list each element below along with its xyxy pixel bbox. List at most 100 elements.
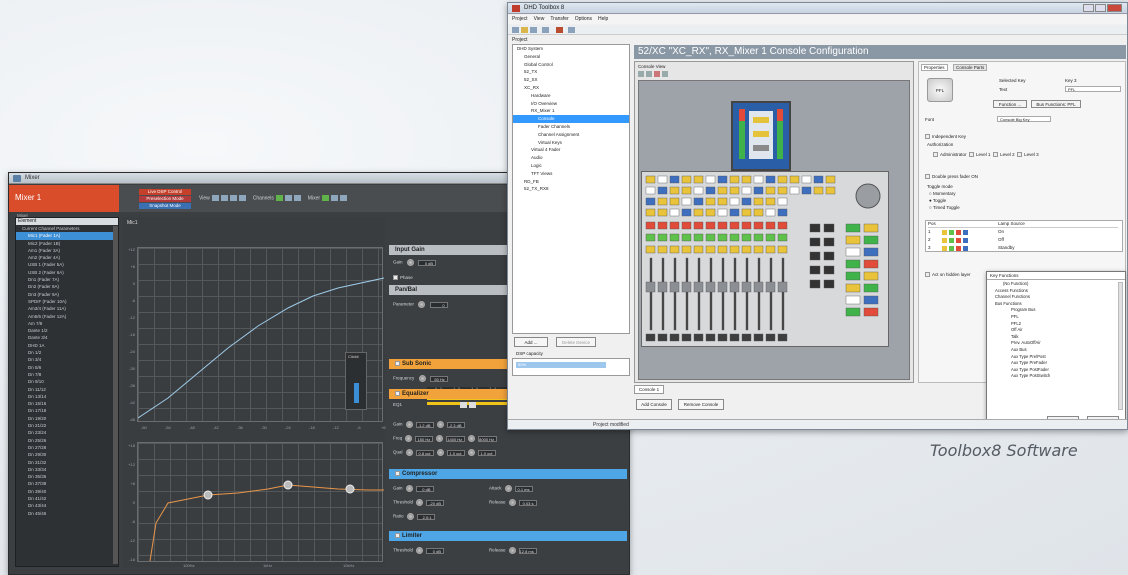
add-console-button[interactable]: Add Console xyxy=(636,399,672,410)
preselection-mode-button[interactable]: Preselection Mode xyxy=(139,196,191,202)
fader-knob[interactable] xyxy=(657,281,668,293)
release-value[interactable]: 0.03 s xyxy=(518,499,537,506)
transfer-icon[interactable] xyxy=(556,27,563,33)
console-key[interactable] xyxy=(669,186,680,195)
console-key[interactable] xyxy=(777,186,788,195)
project-tree-item[interactable]: DHD System xyxy=(513,45,629,53)
console-key[interactable] xyxy=(765,333,776,342)
eq-gain-knob[interactable] xyxy=(436,421,444,428)
console-tab[interactable]: Console 1 xyxy=(634,385,664,394)
console-key[interactable] xyxy=(823,237,835,247)
tree-item[interactable]: Dn 37/38 xyxy=(16,480,118,487)
lamp-row[interactable]: 1 On xyxy=(928,229,1118,236)
tree-item[interactable]: Am3/4 (Fader 11A) xyxy=(16,305,118,312)
console-key[interactable] xyxy=(777,175,788,184)
save-icon[interactable] xyxy=(530,27,537,33)
fader-track[interactable] xyxy=(649,257,653,331)
tree-item[interactable]: Dn 17/18 xyxy=(16,407,118,414)
tree-item[interactable]: Dn 11/12 xyxy=(16,386,118,393)
project-tree-item[interactable]: Hardware xyxy=(513,92,629,100)
eq-freq-value[interactable]: 150 Hz xyxy=(415,435,434,442)
hidden-layer-checkbox[interactable]: Act on hidden layer xyxy=(925,272,971,278)
console-key[interactable] xyxy=(729,186,740,195)
tree-item[interactable]: DHD 1A xyxy=(16,342,118,349)
tree-item[interactable]: Dn 35/36 xyxy=(16,473,118,480)
hidden-layer-check[interactable] xyxy=(925,272,930,278)
key-text-input[interactable]: PFL xyxy=(1065,86,1121,92)
console-key[interactable] xyxy=(825,186,836,195)
eq-freq-knob[interactable] xyxy=(436,435,444,442)
lamp-color-swatch[interactable] xyxy=(942,230,947,235)
console-key[interactable] xyxy=(693,233,704,242)
console-key[interactable] xyxy=(729,221,740,230)
console-key[interactable] xyxy=(657,233,668,242)
console-key[interactable] xyxy=(753,233,764,242)
tree-item[interactable]: Dn 31/32 xyxy=(16,459,118,466)
console-key[interactable] xyxy=(705,233,716,242)
tree-item[interactable]: Dn 33/34 xyxy=(16,466,118,473)
open-project-icon[interactable] xyxy=(521,27,528,33)
tree-item[interactable]: Dn 7/8 xyxy=(16,371,118,378)
console-key[interactable] xyxy=(681,175,692,184)
console-key[interactable] xyxy=(657,221,668,230)
console-key[interactable] xyxy=(669,245,680,254)
tree-item[interactable]: Dn 3/4 xyxy=(16,356,118,363)
console-key[interactable] xyxy=(645,208,656,217)
layout-icon[interactable] xyxy=(221,195,229,201)
console-key[interactable] xyxy=(863,283,879,293)
console-key[interactable] xyxy=(753,197,764,206)
console-key[interactable] xyxy=(729,233,740,242)
console-key[interactable] xyxy=(863,235,879,245)
console-key[interactable] xyxy=(681,333,692,342)
console-key[interactable] xyxy=(717,233,728,242)
ratio-knob[interactable] xyxy=(406,513,414,520)
console-key[interactable] xyxy=(741,197,752,206)
lamp-color-swatch[interactable] xyxy=(963,238,968,243)
lamp-row[interactable]: 3 Standby xyxy=(928,245,1118,252)
project-tree-item[interactable]: 52_SX xyxy=(513,76,629,84)
tree-item[interactable]: Mic1 (Fader 1A) xyxy=(16,232,118,240)
fader-knob[interactable] xyxy=(741,281,752,293)
tree-item[interactable]: Am2 (Fader 4A) xyxy=(16,254,118,261)
console-key[interactable] xyxy=(863,247,879,257)
fader-knob[interactable] xyxy=(705,281,716,293)
console-key[interactable] xyxy=(845,307,861,317)
console-key[interactable] xyxy=(645,221,656,230)
tree-item[interactable]: Dn 15/16 xyxy=(16,400,118,407)
console-key[interactable] xyxy=(681,186,692,195)
console-key[interactable] xyxy=(741,208,752,217)
console-key[interactable] xyxy=(845,247,861,257)
fader-track[interactable] xyxy=(781,257,785,331)
console-key[interactable] xyxy=(777,197,788,206)
console-key[interactable] xyxy=(693,221,704,230)
threshold-knob[interactable] xyxy=(416,499,424,506)
console-key[interactable] xyxy=(729,175,740,184)
project-tree-item[interactable]: XC_RX xyxy=(513,84,629,92)
pan-value[interactable]: 0 xyxy=(429,301,448,308)
ratio-value[interactable]: 2.0:1 xyxy=(416,513,435,520)
console-key[interactable] xyxy=(765,221,776,230)
bus-functions-button[interactable]: Bus Functions: PFL xyxy=(1031,100,1081,108)
console-key[interactable] xyxy=(863,307,879,317)
key-function-item[interactable]: Aux Type PostSwitch xyxy=(991,373,1117,380)
console-key[interactable] xyxy=(657,333,668,342)
console-key[interactable] xyxy=(705,186,716,195)
tree-item[interactable]: Dn 25/26 xyxy=(16,437,118,444)
limiter-header[interactable]: Limiter xyxy=(389,531,627,541)
project-tree-item[interactable]: Virtual Keys xyxy=(513,139,629,147)
eq-band3-handle[interactable] xyxy=(345,484,355,494)
console-key[interactable] xyxy=(705,197,716,206)
console-key[interactable] xyxy=(753,221,764,230)
live-dsp-control-button[interactable]: Live DSP Control xyxy=(139,189,191,195)
key-function-item[interactable]: Prev. AutoOffAir xyxy=(991,340,1117,347)
fader-track[interactable] xyxy=(673,257,677,331)
fader-knob[interactable] xyxy=(645,281,656,293)
eq-gain-value[interactable]: -2.3 dB xyxy=(446,421,465,428)
console-key[interactable] xyxy=(693,208,704,217)
tree-item[interactable]: Dante 3/4 xyxy=(16,334,118,341)
key-function-item[interactable]: PFL2 xyxy=(991,321,1117,328)
independent-key-check[interactable] xyxy=(925,134,930,140)
project-tree-item[interactable]: 52_TX xyxy=(513,68,629,76)
lamp-color-swatch[interactable] xyxy=(956,230,961,235)
console-key[interactable] xyxy=(863,271,879,281)
